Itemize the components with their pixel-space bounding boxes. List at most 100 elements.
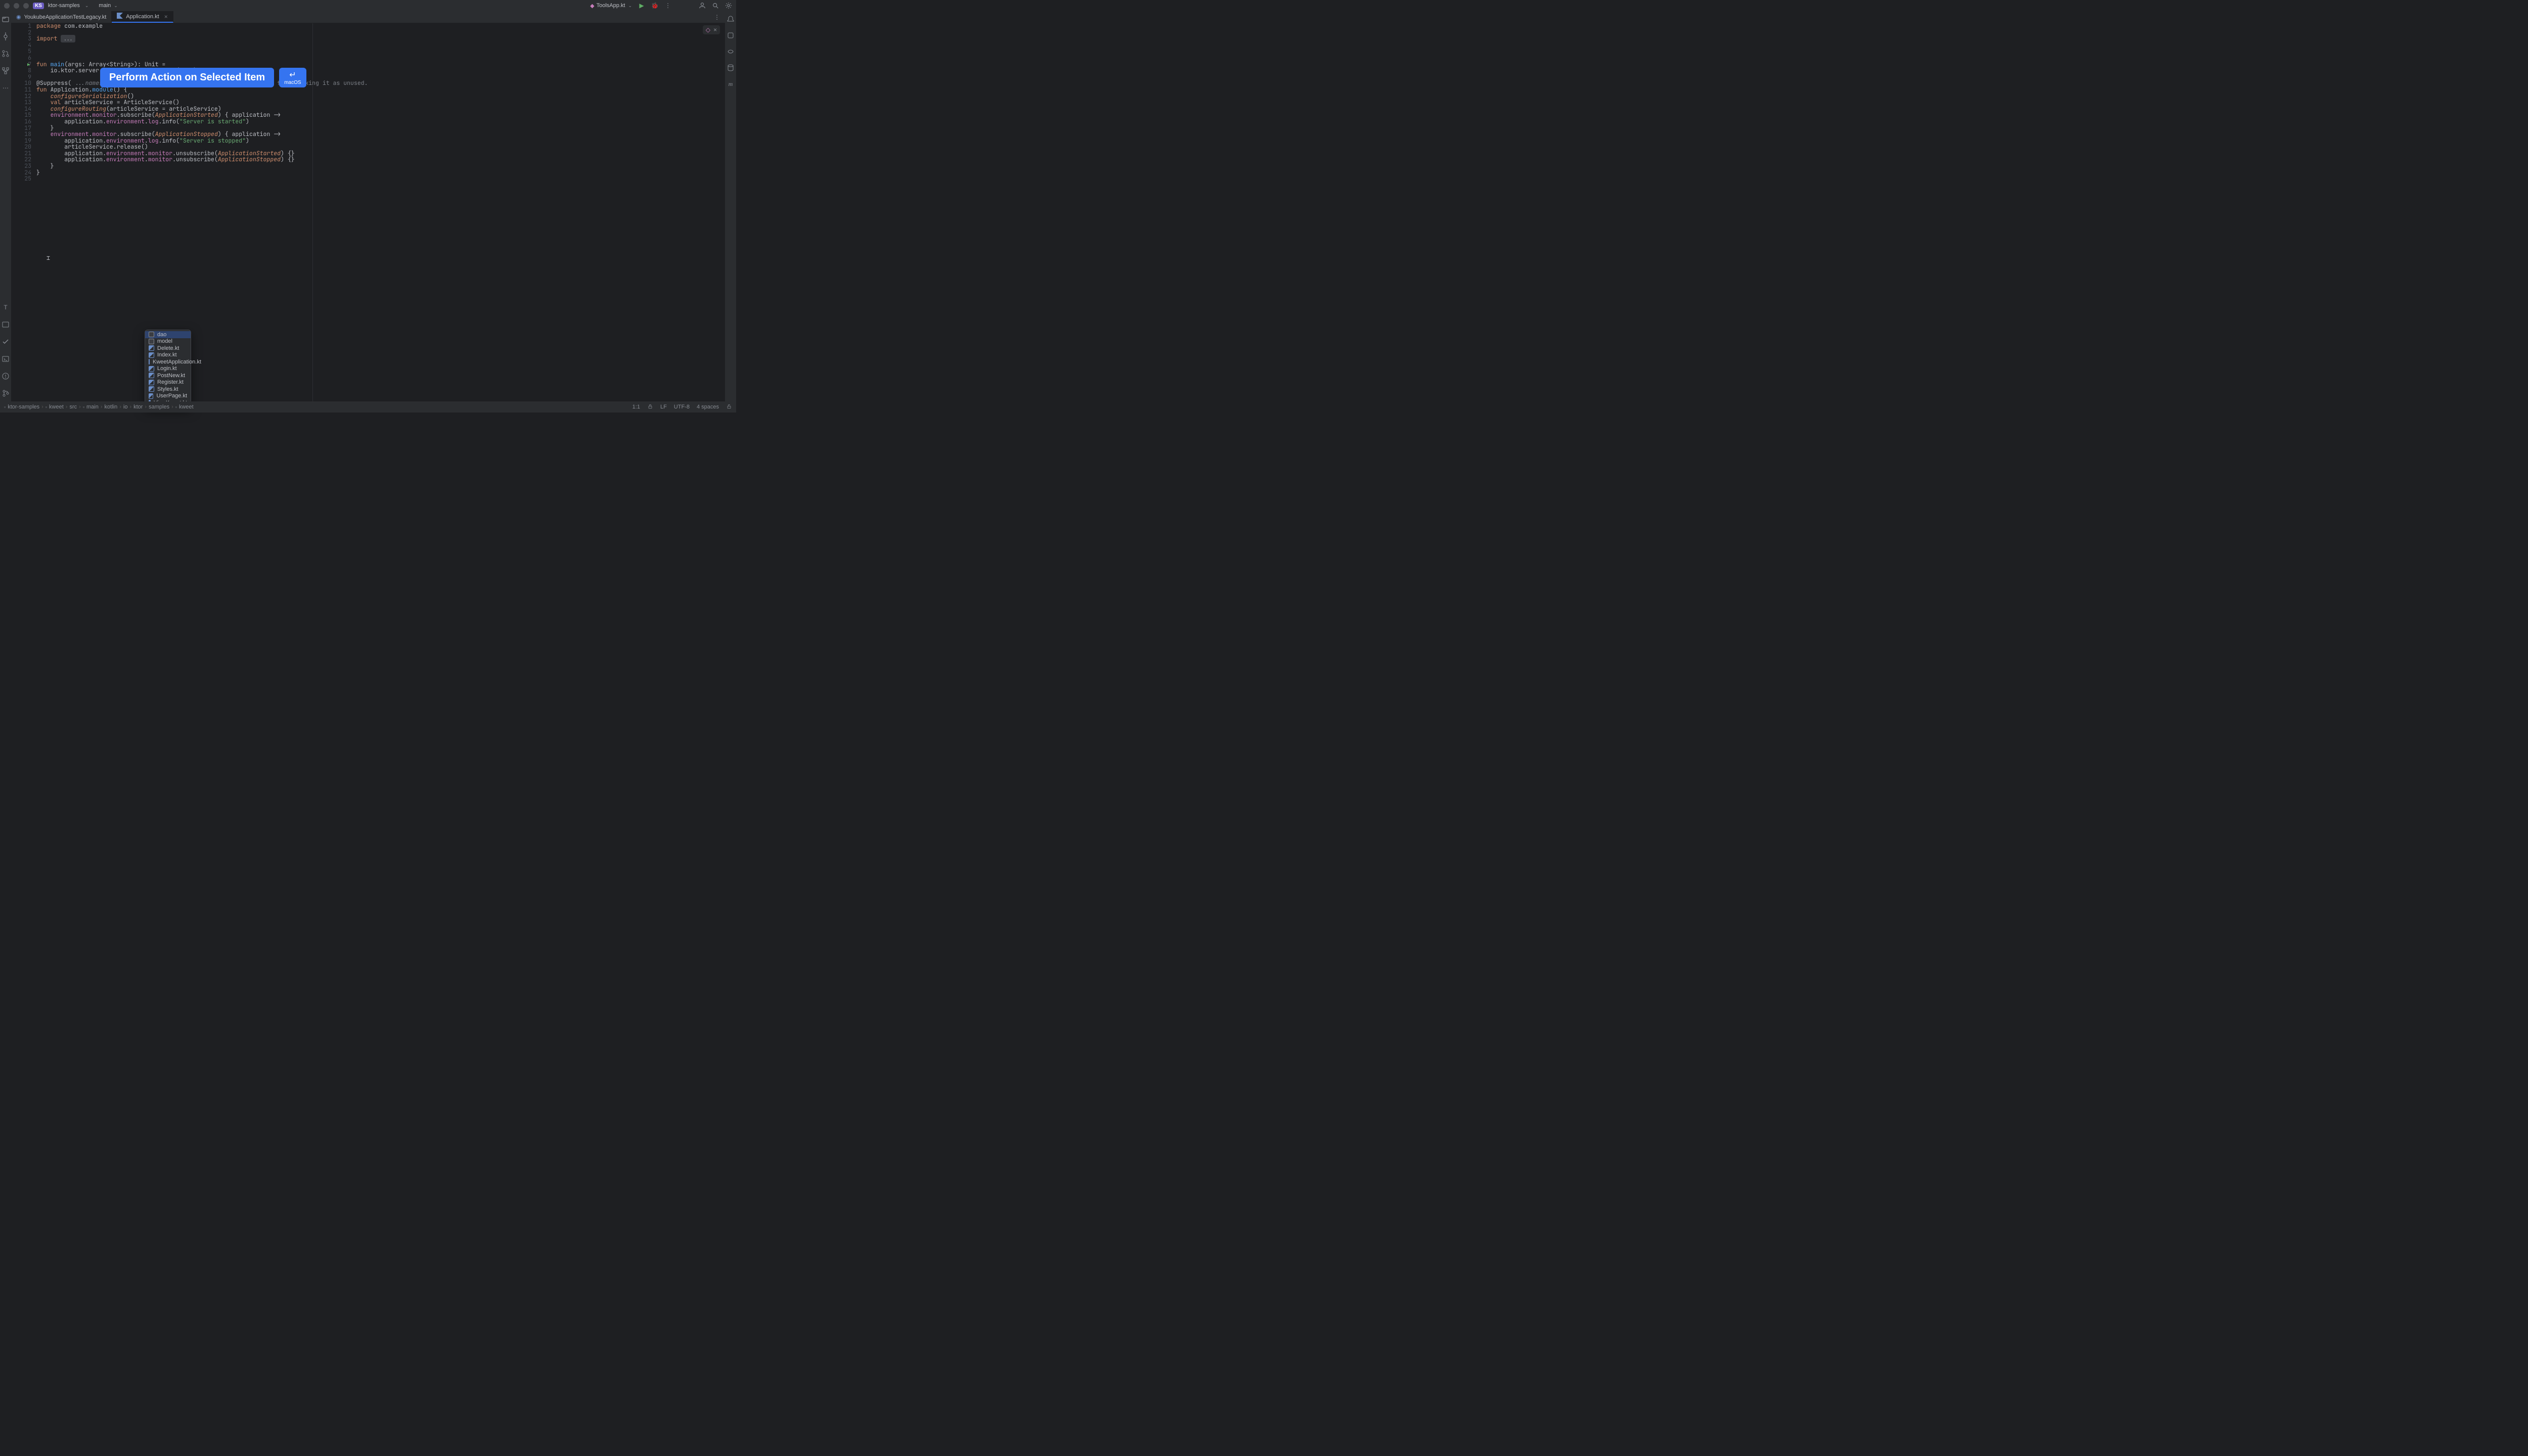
breadcrumb-item[interactable]: main: [86, 404, 99, 410]
breadcrumb-item[interactable]: io: [123, 404, 128, 410]
titlebar: KS ktor-samples ⌄ main ⌄ ◆ ToolsApp.kt ⌄…: [0, 0, 736, 11]
vcs-branch[interactable]: main ⌄: [97, 3, 117, 9]
kotlin-file-icon: [149, 380, 154, 385]
line-gutter: 1234567891011121314151617181920212223242…: [11, 23, 36, 401]
structure-tool-icon[interactable]: [2, 67, 10, 75]
commit-tool-icon[interactable]: [2, 32, 10, 40]
build-tool-icon[interactable]: [2, 338, 10, 346]
terminal-tool-icon[interactable]: [2, 355, 10, 363]
popup-item-label: Delete.kt: [157, 345, 179, 351]
vcs-tool-icon[interactable]: [2, 389, 10, 397]
indent[interactable]: 4 spaces: [697, 404, 719, 410]
action-banner: Perform Action on Selected Item ↵ macOS: [100, 68, 306, 87]
close-tab-icon[interactable]: ×: [164, 13, 168, 20]
popup-item-label: Index.kt: [157, 352, 177, 358]
code-line[interactable]: }: [36, 163, 725, 170]
readonly-icon[interactable]: [647, 403, 653, 411]
breadcrumb-item[interactable]: kotlin: [105, 404, 118, 410]
notifications-icon[interactable]: [727, 15, 735, 23]
breadcrumb-separator-icon: ›: [119, 404, 121, 410]
problems-tool-icon[interactable]: [2, 372, 10, 380]
popup-item[interactable]: Index.kt: [145, 352, 191, 359]
editor-tab[interactable]: ◉ YoukubeApplicationTestLegacy.kt: [11, 11, 112, 23]
popup-item[interactable]: Styles.kt: [145, 386, 191, 393]
tabs-more-icon[interactable]: ⋮: [713, 13, 721, 21]
breadcrumb-separator-icon: ›: [66, 404, 68, 410]
kotlin-file-icon: [149, 373, 154, 378]
services-tool-icon[interactable]: [2, 321, 10, 329]
code-line[interactable]: application.environment.monitor.unsubscr…: [36, 157, 725, 163]
code-line[interactable]: [36, 42, 725, 49]
ai-assistant-icon[interactable]: [727, 31, 735, 39]
close-icon[interactable]: ×: [713, 26, 717, 33]
breadcrumb-item[interactable]: kweet: [179, 404, 194, 410]
popup-item[interactable]: Register.kt: [145, 379, 191, 386]
run-icon[interactable]: ▶: [638, 2, 645, 9]
code-line[interactable]: fun Application.module() {: [36, 87, 725, 94]
code-line[interactable]: [36, 176, 725, 183]
breadcrumbs[interactable]: ▫ktor-samples›▫kweet›src›▫main›kotlin›io…: [4, 404, 194, 410]
search-icon[interactable]: [712, 2, 719, 9]
folder-icon: ▫: [83, 404, 84, 410]
breadcrumb-item[interactable]: kweet: [49, 404, 64, 410]
readonly-toggle-icon[interactable]: [726, 403, 732, 411]
minimize-window[interactable]: [14, 3, 19, 9]
project-tool-icon[interactable]: [2, 15, 10, 23]
breadcrumb-item[interactable]: samples: [149, 404, 169, 410]
run-config-selector[interactable]: ◆ ToolsApp.kt ⌄: [590, 3, 632, 9]
popup-item-label: model: [157, 338, 172, 344]
more-tool-icon[interactable]: ⋯: [2, 84, 10, 92]
kotlin-file-icon: [149, 366, 154, 372]
pull-requests-icon[interactable]: [2, 50, 10, 58]
code-line[interactable]: import ...: [36, 36, 725, 42]
code-line[interactable]: package com.example: [36, 23, 725, 30]
popup-item[interactable]: dao: [145, 331, 191, 338]
popup-item-label: Styles.kt: [157, 386, 178, 392]
project-name[interactable]: ktor-samples: [48, 3, 80, 9]
window-controls: [4, 3, 29, 9]
folder-icon: ▫: [175, 404, 177, 410]
database-tool-icon[interactable]: [727, 64, 735, 72]
code-line[interactable]: }: [36, 170, 725, 176]
chevron-down-icon[interactable]: ⌄: [85, 3, 89, 9]
user-icon[interactable]: [699, 2, 706, 9]
code-line[interactable]: application.environment.log.info("Server…: [36, 119, 725, 125]
debug-icon[interactable]: 🐞: [651, 2, 658, 9]
folder-icon: [149, 332, 154, 337]
breadcrumb-item[interactable]: src: [69, 404, 77, 410]
popup-item[interactable]: Login.kt: [145, 366, 191, 373]
popup-item[interactable]: UserPage.kt: [145, 393, 191, 400]
breadcrumb-separator-icon: ›: [171, 404, 173, 410]
enter-key-icon: ↵: [289, 70, 296, 80]
inspection-widget[interactable]: ◇ ×: [703, 25, 720, 34]
close-window[interactable]: [4, 3, 10, 9]
shortcut-platform: macOS: [284, 80, 301, 85]
run-marker-icon[interactable]: ▶: [27, 62, 30, 68]
breadcrumb-separator-icon: ›: [129, 404, 131, 410]
popup-item[interactable]: PostNew.kt: [145, 372, 191, 379]
breadcrumb-separator-icon: ›: [101, 404, 103, 410]
line-separator[interactable]: LF: [660, 404, 667, 410]
gradle-tool-icon[interactable]: [727, 48, 735, 56]
popup-item[interactable]: KweetApplication.kt: [145, 358, 191, 366]
code-line[interactable]: [36, 30, 725, 36]
text-tool-icon[interactable]: T: [2, 303, 10, 311]
popup-item[interactable]: Delete.kt: [145, 345, 191, 352]
editor-tabs: ◉ YoukubeApplicationTestLegacy.kt Applic…: [11, 11, 725, 23]
cursor-position[interactable]: 1:1: [633, 404, 640, 410]
popup-item[interactable]: model: [145, 338, 191, 345]
encoding[interactable]: UTF-8: [674, 404, 690, 410]
settings-icon[interactable]: [725, 2, 732, 9]
breadcrumb-item[interactable]: ktor-samples: [8, 404, 39, 410]
maximize-window[interactable]: [23, 3, 29, 9]
more-icon[interactable]: ⋮: [664, 2, 671, 9]
breadcrumb-item[interactable]: ktor: [133, 404, 143, 410]
action-banner-text: Perform Action on Selected Item: [109, 72, 265, 83]
popup-item-label: Login.kt: [157, 366, 177, 372]
code-line[interactable]: [36, 49, 725, 55]
file-popup[interactable]: daomodelDelete.ktIndex.ktKweetApplicatio…: [145, 330, 191, 408]
run-config-name: ToolsApp.kt: [597, 3, 625, 9]
editor-tab-active[interactable]: Application.kt ×: [112, 11, 173, 23]
file-icon-class: ◉: [16, 14, 21, 20]
maven-tool-icon[interactable]: m: [727, 80, 735, 88]
